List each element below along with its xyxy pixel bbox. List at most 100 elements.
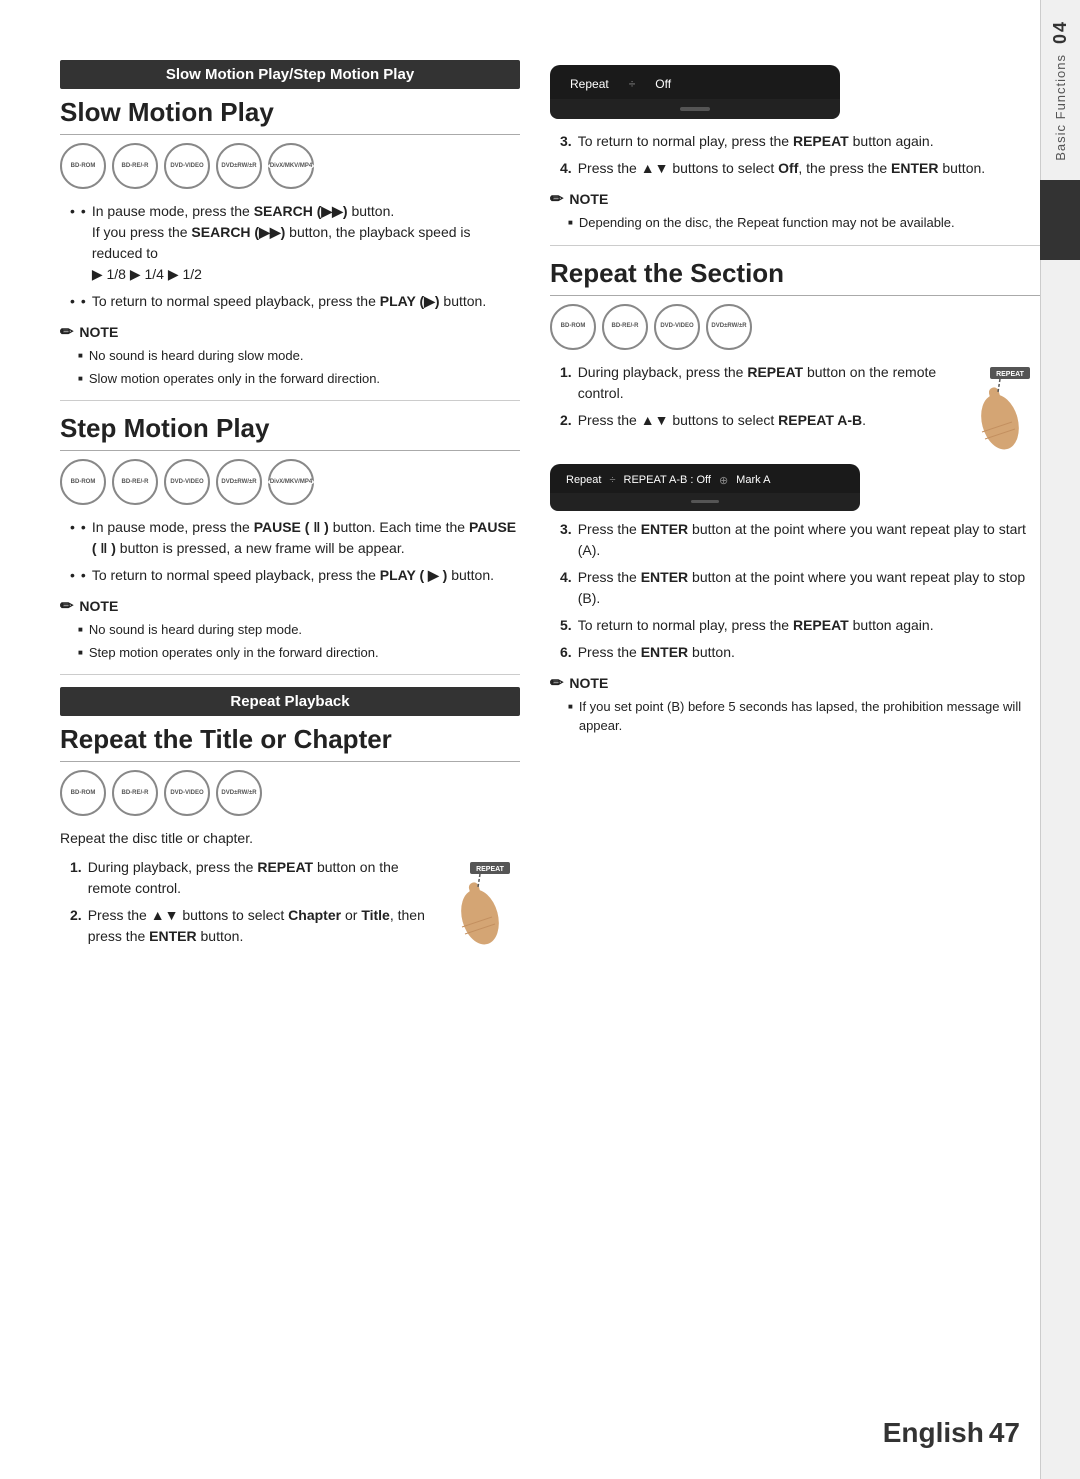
osd-display-1: Repeat ÷ Off <box>550 65 840 119</box>
repeat-section-note: ✏ NOTE If you set point (B) before 5 sec… <box>550 673 1040 736</box>
disc-dvd-video-1: DVD-VIDEO <box>164 143 210 189</box>
step-note-1: No sound is heard during step mode. <box>78 620 520 640</box>
pencil-icon-3: ✏ <box>550 189 563 209</box>
disc-dvd-rw-3: DVD±RW/±R <box>216 770 262 816</box>
repeat-note-header: ✏ NOTE <box>550 673 1040 693</box>
osd-display-ab: Repeat ÷ REPEAT A-B : Off ⊕ Mark A <box>550 464 860 511</box>
slow-note-1: No sound is heard during slow mode. <box>78 346 520 366</box>
right-steps-3-4: 3. To return to normal play, press the R… <box>560 131 1040 179</box>
osd-repeat-value: Off <box>655 77 671 91</box>
repeat-section-step-3: 3. Press the ENTER button at the point w… <box>560 519 1040 561</box>
pencil-icon-2: ✏ <box>60 596 73 616</box>
right-step-3: 3. To return to normal play, press the R… <box>560 131 1040 152</box>
page-number: 47 <box>989 1417 1020 1448</box>
repeat-section-step-4: 4. Press the ENTER button at the point w… <box>560 567 1040 609</box>
page-container: Slow Motion Play/Step Motion Play Slow M… <box>0 0 1080 1479</box>
pencil-icon-4: ✏ <box>550 673 563 693</box>
repeat-section-step-1: 1. During playback, press the REPEAT but… <box>560 362 960 404</box>
disc-bd-re-r-1: BD-RE/-R <box>112 143 158 189</box>
step-motion-note: ✏ NOTE No sound is heard during step mod… <box>60 596 520 662</box>
repeat-steps: 1. During playback, press the REPEAT but… <box>70 857 440 953</box>
disc-bd-re-r-3: BD-RE/-R <box>112 770 158 816</box>
disc-bd-rom-1: BD-ROM <box>60 143 106 189</box>
svg-text:REPEAT: REPEAT <box>476 866 505 873</box>
osd-ab-mark-a: Mark A <box>736 474 770 486</box>
side-accent <box>1040 180 1080 260</box>
step-motion-section: Step Motion Play BD-ROM BD-RE/-R DVD-VID… <box>60 413 520 662</box>
disc-dvd-rw-2: DVD±RW/±R <box>216 459 262 505</box>
disc-bd-re-r-2: BD-RE/-R <box>112 459 158 505</box>
slow-bullet-2: • To return to normal speed playback, pr… <box>70 291 520 312</box>
slow-note-header: ✏ NOTE <box>60 322 520 342</box>
repeat-step-2: 2. Press the ▲▼ buttons to select Chapte… <box>70 905 440 947</box>
right-note-header-1: ✏ NOTE <box>550 189 1040 209</box>
slow-motion-bullets: • In pause mode, press the SEARCH (▶▶) b… <box>70 201 520 312</box>
hand-remote-svg-2: REPEAT <box>970 367 1035 452</box>
slow-motion-disc-icons: BD-ROM BD-RE/-R DVD-VIDEO DVD±RW/±R DivX… <box>60 143 520 189</box>
right-step-4: 4. Press the ▲▼ buttons to select Off, t… <box>560 158 1040 179</box>
slow-motion-banner: Slow Motion Play/Step Motion Play <box>60 60 520 89</box>
repeat-section-disc-icons: BD-ROM BD-RE/-R DVD-VIDEO DVD±RW/±R <box>550 304 1040 350</box>
main-content: Slow Motion Play/Step Motion Play Slow M… <box>0 0 1080 1479</box>
disc-divx-2: DivX/MKV/MP4 <box>268 459 314 505</box>
repeat-section-steps-1-2: 1. During playback, press the REPEAT but… <box>560 362 960 437</box>
disc-dvd-video-3: DVD-VIDEO <box>164 770 210 816</box>
chapter-number: 04 <box>1050 20 1071 44</box>
step-bullet-1: • In pause mode, press the PAUSE ( ‖ ) b… <box>70 517 520 559</box>
repeat-section: Repeat the Section BD-ROM BD-RE/-R DVD-V… <box>550 258 1040 736</box>
step-note-header: ✏ NOTE <box>60 596 520 616</box>
disc-bd-rom-4: BD-ROM <box>550 304 596 350</box>
chapter-title: Basic Functions <box>1053 54 1068 161</box>
osd-ab-value1: REPEAT A-B : Off <box>624 474 711 486</box>
disc-bd-rom-2: BD-ROM <box>60 459 106 505</box>
disc-dvd-rw-1: DVD±RW/±R <box>216 143 262 189</box>
remote-hand-illustration-2: REPEAT <box>970 367 1040 456</box>
right-note-1: ✏ NOTE Depending on the disc, the Repeat… <box>550 189 1040 233</box>
page-footer: English 47 <box>883 1417 1020 1449</box>
disc-dvd-video-4: DVD-VIDEO <box>654 304 700 350</box>
step-bullet-2: • To return to normal speed playback, pr… <box>70 565 520 586</box>
slow-motion-note: ✏ NOTE No sound is heard during slow mod… <box>60 322 520 388</box>
repeat-section-steps-3-6: 3. Press the ENTER button at the point w… <box>560 519 1040 663</box>
pencil-icon-1: ✏ <box>60 322 73 342</box>
disc-dvd-rw-4: DVD±RW/±R <box>706 304 752 350</box>
repeat-section-title: Repeat the Section <box>550 258 1040 296</box>
repeat-note-item-1: If you set point (B) before 5 seconds ha… <box>568 697 1040 736</box>
disc-dvd-video-2: DVD-VIDEO <box>164 459 210 505</box>
step-motion-bullets: • In pause mode, press the PAUSE ( ‖ ) b… <box>70 517 520 586</box>
repeat-title-chapter-section: Repeat the Title or Chapter BD-ROM BD-RE… <box>60 724 520 963</box>
step-motion-title: Step Motion Play <box>60 413 520 451</box>
osd-ab-label: Repeat <box>566 474 601 486</box>
disc-bd-re-r-4: BD-RE/-R <box>602 304 648 350</box>
repeat-intro: Repeat the disc title or chapter. <box>60 828 520 849</box>
language-label: English <box>883 1417 984 1448</box>
repeat-section-step-5: 5. To return to normal play, press the R… <box>560 615 1040 636</box>
repeat-step-1: 1. During playback, press the REPEAT but… <box>70 857 440 899</box>
right-column: Repeat ÷ Off 3. To return to normal play… <box>550 60 1040 1439</box>
right-note-items-1: Depending on the disc, the Repeat functi… <box>568 213 1040 233</box>
osd-repeat-area: Repeat ÷ Off <box>550 65 1040 119</box>
side-tab: 04 Basic Functions <box>1040 0 1080 1479</box>
step-motion-disc-icons: BD-ROM BD-RE/-R DVD-VIDEO DVD±RW/±R DivX… <box>60 459 520 505</box>
disc-bd-rom-3: BD-ROM <box>60 770 106 816</box>
repeat-section-step-2: 2. Press the ▲▼ buttons to select REPEAT… <box>560 410 960 431</box>
repeat-disc-icons: BD-ROM BD-RE/-R DVD-VIDEO DVD±RW/±R <box>60 770 520 816</box>
repeat-note-items: If you set point (B) before 5 seconds ha… <box>568 697 1040 736</box>
slow-motion-title: Slow Motion Play <box>60 97 520 135</box>
slow-note-items: No sound is heard during slow mode. Slow… <box>78 346 520 388</box>
slow-note-2: Slow motion operates only in the forward… <box>78 369 520 389</box>
repeat-title-chapter-title: Repeat the Title or Chapter <box>60 724 520 762</box>
left-column: Slow Motion Play/Step Motion Play Slow M… <box>60 60 520 1439</box>
remote-hand-illustration-1: REPEAT <box>450 862 520 951</box>
right-note-item-1: Depending on the disc, the Repeat functi… <box>568 213 1040 233</box>
osd-repeat-label: Repeat <box>570 77 609 91</box>
svg-text:REPEAT: REPEAT <box>996 371 1025 378</box>
step-note-2: Step motion operates only in the forward… <box>78 643 520 663</box>
slow-motion-section: Slow Motion Play/Step Motion Play Slow M… <box>60 60 520 388</box>
disc-divx-1: DivX/MKV/MP4 <box>268 143 314 189</box>
hand-remote-svg-1: REPEAT <box>450 862 515 947</box>
slow-bullet-1: • In pause mode, press the SEARCH (▶▶) b… <box>70 201 520 285</box>
repeat-playback-banner: Repeat Playback <box>60 687 520 716</box>
step-note-items: No sound is heard during step mode. Step… <box>78 620 520 662</box>
repeat-section-step-6: 6. Press the ENTER button. <box>560 642 1040 663</box>
